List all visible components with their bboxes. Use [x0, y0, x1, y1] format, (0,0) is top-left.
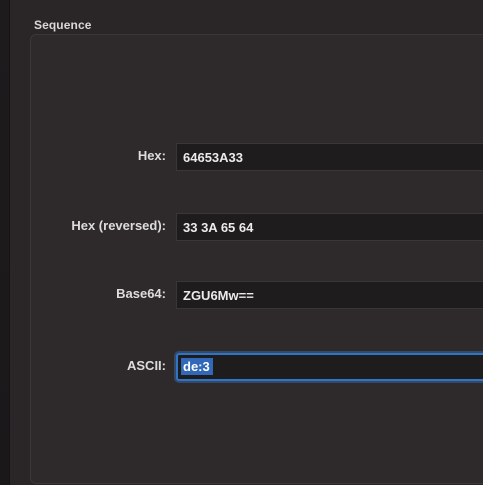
sequence-group-box	[30, 34, 483, 484]
section-title: Sequence	[34, 18, 92, 32]
base64-row: Base64:	[0, 281, 483, 309]
ascii-field[interactable]: de:3	[176, 353, 483, 381]
hex-reversed-row: Hex (reversed):	[0, 213, 483, 241]
hex-label: Hex:	[137, 148, 166, 163]
hex-row: Hex:	[0, 143, 483, 171]
hex-reversed-label: Hex (reversed):	[71, 218, 166, 233]
ascii-selected-text: de:3	[181, 358, 213, 375]
hex-field[interactable]	[176, 143, 483, 171]
ascii-label: ASCII:	[127, 358, 166, 373]
hex-reversed-field[interactable]	[176, 213, 483, 241]
ascii-row: ASCII: de:3	[0, 353, 483, 381]
base64-label: Base64:	[116, 286, 166, 301]
base64-field[interactable]	[176, 281, 483, 309]
